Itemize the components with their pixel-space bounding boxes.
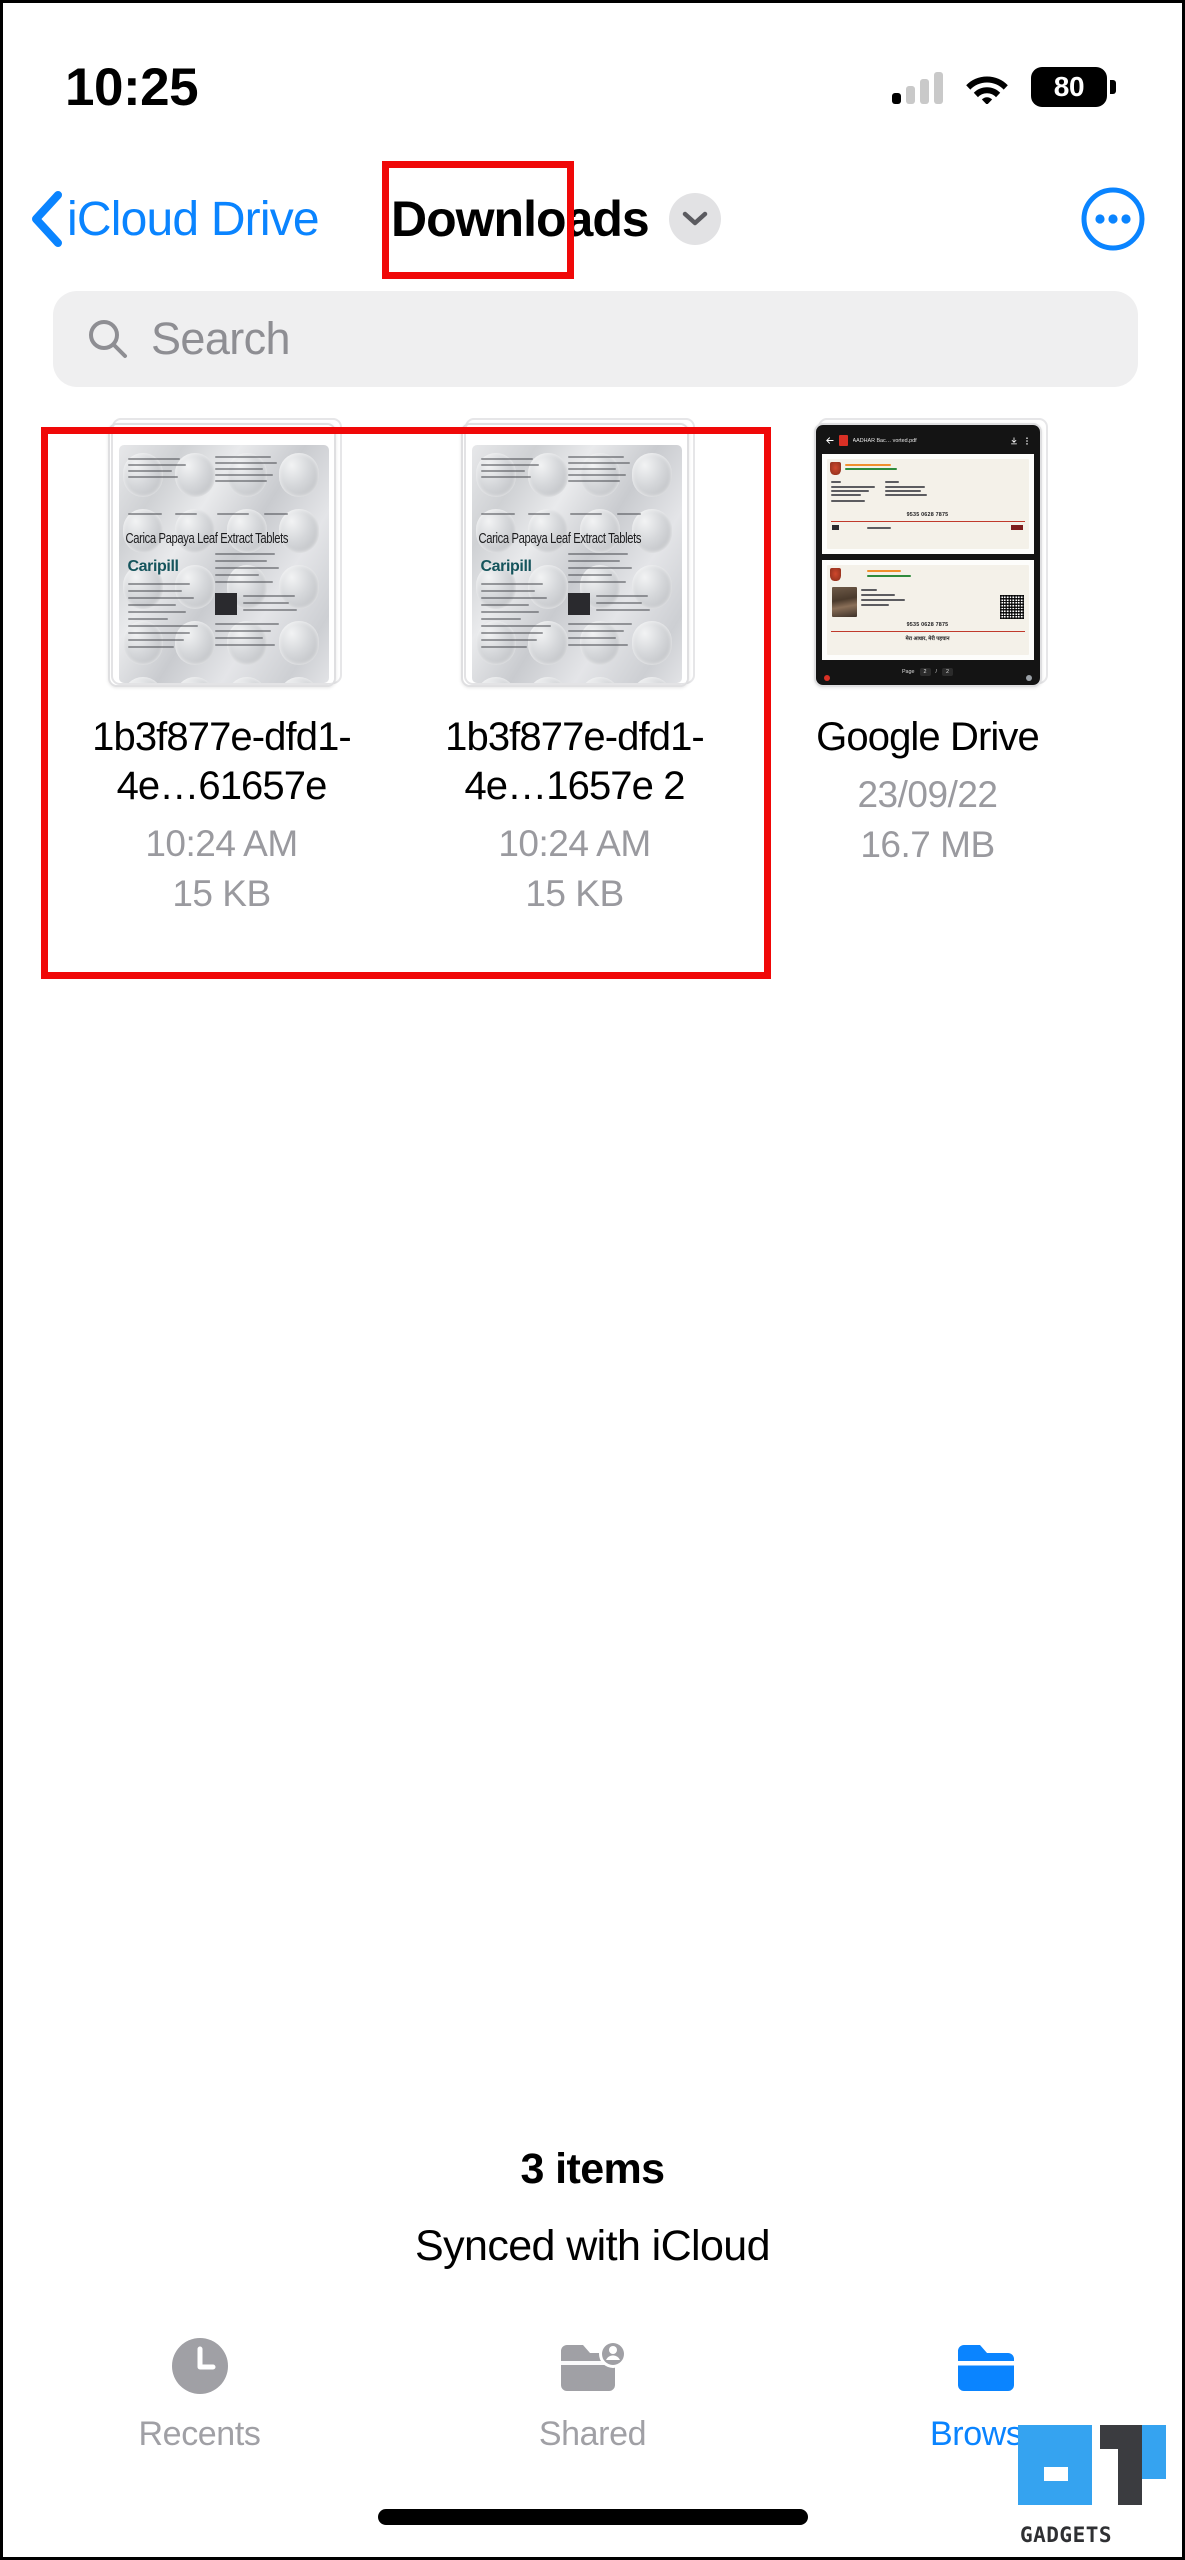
thumbnail-brand-name: Caripill <box>480 558 532 575</box>
navigation-bar: iCloud Drive Downloads <box>3 163 1182 275</box>
clock-icon <box>171 2338 228 2394</box>
thumbnail-product-title: Carica Papaya Leaf Extract Tablets <box>125 531 289 547</box>
pdf-file-name: AADHAR Bac… vorted.pdf <box>852 437 917 444</box>
page-separator: / <box>935 668 938 675</box>
thumbnail-product-title: Carica Papaya Leaf Extract Tablets <box>478 531 642 547</box>
pdf-avatar-badge <box>1025 675 1032 681</box>
home-indicator[interactable] <box>377 2509 808 2525</box>
file-name: 1b3f877e-dfd1-4e…1657e 2 <box>445 715 705 808</box>
file-date: 10:24 AM <box>145 822 298 864</box>
file-item[interactable]: Carica Papaya Leaf Extract Tablets Carip… <box>398 418 751 915</box>
gadgets-watermark: GADGETS <box>1014 2419 1174 2549</box>
pdf-file-icon <box>838 435 848 446</box>
thumbnail-brand-name: Caripill <box>127 558 179 575</box>
file-size: 15 KB <box>172 872 271 914</box>
tab-shared[interactable]: Shared <box>396 2333 789 2503</box>
file-item[interactable]: Carica Papaya Leaf Extract Tablets Carip… <box>45 418 398 915</box>
pharma-blister-thumbnail: Carica Papaya Leaf Extract Tablets Carip… <box>118 445 329 683</box>
file-thumbnail: AADHAR Bac… vorted.pdf 9535 0628 7875 95… <box>813 418 1048 687</box>
arrow-back-icon <box>825 437 834 444</box>
battery-percentage: 80 <box>1053 71 1085 102</box>
aadhaar-number: 9535 0628 7875 <box>906 512 949 518</box>
search-icon <box>89 320 127 358</box>
items-count: 3 items <box>520 2145 666 2193</box>
pdf-screenshot-thumbnail: AADHAR Bac… vorted.pdf 9535 0628 7875 95… <box>815 425 1040 685</box>
folder-person-icon <box>560 2340 627 2391</box>
search-input[interactable]: Search <box>53 291 1138 387</box>
tab-bar: Recents Shared Browse <box>3 2333 1182 2503</box>
page-total: 2 <box>942 667 954 676</box>
chevron-left-icon <box>32 191 62 247</box>
tab-recents[interactable]: Recents <box>3 2333 396 2503</box>
kebab-menu-icon <box>1025 436 1028 445</box>
search-field-container[interactable]: Search <box>53 291 1138 387</box>
back-button-label: iCloud Drive <box>67 192 320 246</box>
back-button[interactable]: iCloud Drive <box>29 191 320 247</box>
aadhaar-number: 9535 0628 7875 <box>906 622 949 628</box>
folder-title-group: Downloads <box>391 190 721 248</box>
file-thumbnail: Carica Papaya Leaf Extract Tablets Carip… <box>460 418 695 687</box>
search-placeholder: Search <box>151 313 291 364</box>
file-name: 1b3f877e-dfd1-4e…61657e <box>92 715 352 808</box>
gt-logo-icon <box>1018 2425 1166 2505</box>
file-size: 15 KB <box>525 872 624 914</box>
file-item[interactable]: AADHAR Bac… vorted.pdf 9535 0628 7875 95… <box>751 418 1104 915</box>
status-bar-indicators: 80 <box>892 67 1116 107</box>
status-bar-time: 10:25 <box>65 57 199 117</box>
folder-icon <box>957 2345 1014 2391</box>
download-icon <box>1010 436 1017 444</box>
page-title: Downloads <box>391 191 650 247</box>
more-options-button[interactable] <box>1080 186 1146 252</box>
chevron-down-icon <box>682 211 707 226</box>
pdf-page-two: 9535 0628 7875 मेरा आधार, मेरी पहचान <box>821 560 1034 660</box>
folder-options-button[interactable] <box>668 193 721 245</box>
file-size: 16.7 MB <box>860 823 995 865</box>
pdf-page-controls: Page 2 / 2 <box>822 663 1034 680</box>
pdf-viewer-toolbar: AADHAR Bac… vorted.pdf <box>822 430 1034 451</box>
status-bar: 10:25 80 <box>3 3 1182 153</box>
page-label: Page <box>901 668 915 675</box>
wifi-icon <box>966 76 1008 104</box>
file-grid: Carica Papaya Leaf Extract Tablets Carip… <box>3 418 1182 915</box>
iphone-files-app-screen: 10:25 80 iCloud Drive Downloads Search C… <box>0 0 1185 2560</box>
file-date: 10:24 AM <box>498 822 651 864</box>
aadhaar-tagline: मेरा आधार, मेरी पहचान <box>905 636 950 642</box>
file-thumbnail: Carica Papaya Leaf Extract Tablets Carip… <box>107 418 342 687</box>
pharma-blister-thumbnail: Carica Papaya Leaf Extract Tablets Carip… <box>471 445 682 683</box>
folder-status: 3 items Synced with iCloud <box>3 2145 1182 2271</box>
cellular-bars-icon <box>892 70 943 104</box>
file-date: 23/09/22 <box>857 773 998 815</box>
battery-icon: 80 <box>1031 67 1116 107</box>
file-name: Google Drive <box>816 715 1040 759</box>
pdf-page-one: 9535 0628 7875 <box>821 454 1034 554</box>
pdf-icon-badge <box>823 675 830 681</box>
tab-label: Recents <box>138 2415 261 2453</box>
watermark-text: GADGETS <box>1020 2523 1113 2547</box>
tab-label: Shared <box>538 2415 647 2453</box>
sync-status: Synced with iCloud <box>415 2222 770 2270</box>
page-current: 2 <box>919 667 931 676</box>
